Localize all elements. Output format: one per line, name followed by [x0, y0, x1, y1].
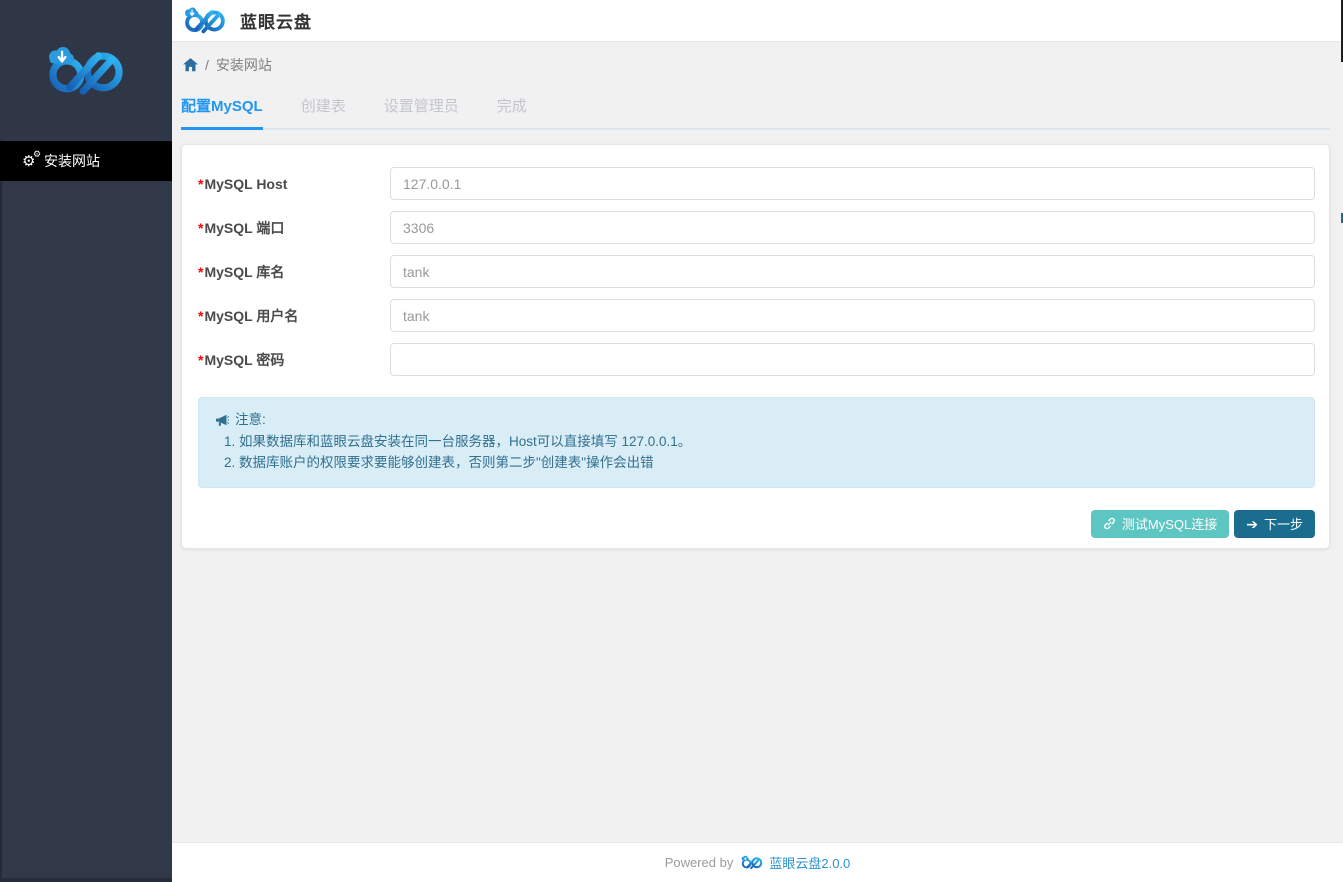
notice-item: 数据库账户的权限要求要能够创建表，否则第二步"创建表"操作会出错	[239, 454, 1298, 473]
breadcrumb: / 安装网站	[181, 42, 1330, 88]
sidebar: ⚙⚙ 安装网站	[0, 0, 172, 882]
breadcrumb-separator: /	[205, 57, 209, 73]
form-row-dbname: *MySQL 库名	[198, 255, 1315, 288]
app-logo-icon	[180, 6, 230, 35]
mysql-config-card: *MySQL Host *MySQL 端口 *MySQL 库名	[181, 144, 1330, 549]
bullhorn-icon	[215, 414, 229, 427]
powered-by-text: Powered by	[665, 855, 734, 870]
breadcrumb-current: 安装网站	[216, 55, 272, 75]
form-row-username: *MySQL 用户名	[198, 299, 1315, 332]
form-row-port: *MySQL 端口	[198, 211, 1315, 244]
required-asterisk: *	[198, 308, 203, 324]
field-label: *MySQL 端口	[198, 218, 390, 238]
mysql-port-input[interactable]	[390, 211, 1315, 244]
app-logo-icon	[40, 44, 132, 98]
mysql-username-input[interactable]	[390, 299, 1315, 332]
field-label: *MySQL 用户名	[198, 306, 390, 326]
required-asterisk: *	[198, 220, 203, 236]
tab-configure-mysql[interactable]: 配置MySQL	[181, 88, 263, 130]
wizard-tabs: 配置MySQL 创建表 设置管理员 完成	[181, 88, 1330, 130]
app-title: 蓝眼云盘	[240, 8, 312, 33]
next-step-button[interactable]: ➔ 下一步	[1234, 510, 1315, 538]
content-area: / 安装网站 配置MySQL 创建表 设置管理员 完成 *MySQL Host	[172, 42, 1343, 842]
required-asterisk: *	[198, 176, 203, 192]
top-header: 蓝眼云盘	[172, 0, 1343, 42]
mysql-password-input[interactable]	[390, 343, 1315, 376]
form-row-password: *MySQL 密码	[198, 343, 1315, 376]
tab-finish[interactable]: 完成	[497, 88, 527, 128]
notice-item: 如果数据库和蓝眼云盘安装在同一台服务器，Host可以直接填写 127.0.0.1…	[239, 433, 1298, 452]
install-page: ⚙⚙ 安装网站 蓝眼云盘 / 安装网站 配置My	[0, 0, 1343, 882]
mysql-dbname-input[interactable]	[390, 255, 1315, 288]
app-logo-icon	[739, 855, 765, 870]
cogs-icon: ⚙⚙	[22, 154, 44, 169]
sidebar-item-label: 安装网站	[44, 151, 100, 171]
header-brand[interactable]: 蓝眼云盘	[180, 6, 312, 35]
tab-create-tables[interactable]: 创建表	[301, 88, 346, 128]
tab-set-admin[interactable]: 设置管理员	[384, 88, 459, 128]
test-mysql-connection-button[interactable]: 测试MySQL连接	[1091, 510, 1229, 538]
notice-box: 注意: 如果数据库和蓝眼云盘安装在同一台服务器，Host可以直接填写 127.0…	[198, 397, 1315, 488]
home-icon[interactable]	[183, 58, 198, 72]
mysql-host-input[interactable]	[390, 167, 1315, 200]
field-label: *MySQL 密码	[198, 350, 390, 370]
field-label: *MySQL Host	[198, 176, 390, 192]
required-asterisk: *	[198, 352, 203, 368]
page-footer: Powered by 蓝眼云盘2.0.0	[172, 842, 1343, 882]
notice-title-row: 注意:	[215, 411, 1298, 430]
footer-brand-link[interactable]: 蓝眼云盘2.0.0	[739, 853, 850, 872]
arrow-right-icon: ➔	[1246, 517, 1258, 531]
required-asterisk: *	[198, 264, 203, 280]
actions-row: 测试MySQL连接 ➔ 下一步	[198, 510, 1315, 538]
main-area: 蓝眼云盘 / 安装网站 配置MySQL 创建表 设置管理员 完成	[172, 0, 1343, 882]
sidebar-logo-block	[0, 0, 172, 141]
notice-list: 如果数据库和蓝眼云盘安装在同一台服务器，Host可以直接填写 127.0.0.1…	[215, 433, 1298, 473]
form-row-host: *MySQL Host	[198, 167, 1315, 200]
sidebar-item-install-site[interactable]: ⚙⚙ 安装网站	[0, 141, 172, 181]
notice-title: 注意:	[235, 411, 266, 430]
link-icon	[1103, 517, 1116, 530]
field-label: *MySQL 库名	[198, 262, 390, 282]
